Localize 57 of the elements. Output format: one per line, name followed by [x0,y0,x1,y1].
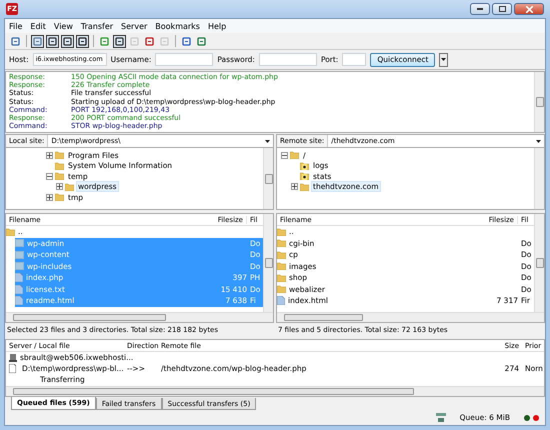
disconnect-button[interactable] [143,34,156,48]
expand-toggle[interactable] [281,152,288,159]
folder-icon [300,182,309,191]
unknown-file-icon [300,162,309,170]
queue-button[interactable] [76,34,89,48]
scrollbar[interactable] [6,386,544,396]
filter-button[interactable] [195,34,208,48]
plus-icon [57,184,62,190]
message-log-button[interactable] [31,34,44,48]
close-icon [526,6,532,12]
unknown-file-icon [300,172,309,180]
menu-item[interactable]: Server [121,22,148,30]
password-field[interactable] [258,53,317,66]
caret-icon [536,140,541,142]
maximize-button[interactable] [492,3,512,15]
expand-toggle[interactable] [56,183,63,190]
local-tree-button[interactable] [46,34,59,48]
plus-icon [47,194,52,200]
file-icon [9,364,16,373]
scrollbar[interactable] [263,214,273,312]
scrollbar[interactable] [534,214,544,312]
scrollbar[interactable] [534,72,544,132]
file-icon [277,296,285,306]
menu-item[interactable]: Edit [30,22,46,30]
expand-toggle[interactable] [46,152,53,159]
menu-item[interactable]: Bookmarks [155,22,200,30]
expand-toggle[interactable] [46,194,53,201]
dropdown-button[interactable] [439,52,448,66]
port-field[interactable] [342,53,366,66]
minus-icon [47,174,52,179]
scrollbar[interactable] [6,312,273,322]
expand-toggle[interactable] [46,172,53,180]
caret-icon [441,58,446,61]
remote-tree-button[interactable] [61,34,74,48]
compare-button[interactable] [180,34,193,48]
folder-icon [290,151,299,160]
menu-item[interactable]: View [54,22,73,30]
menu-item[interactable]: Transfer [80,22,114,30]
minus-icon [282,152,287,158]
scrollbar[interactable] [277,312,544,322]
caret-icon [265,140,270,142]
expand-toggle[interactable] [291,183,298,190]
scrollbar[interactable] [534,148,544,209]
site-manager-button[interactable] [9,34,22,48]
minimize-button[interactable] [470,3,490,15]
username-field[interactable] [155,53,214,66]
process-queue-button[interactable] [113,34,126,48]
scrollbar[interactable] [263,148,273,209]
menu-item[interactable]: Help [208,22,226,30]
plus-icon [47,152,52,158]
close-button[interactable] [514,3,544,15]
menu-item[interactable]: File [9,22,22,30]
server-icon [9,354,17,362]
maximize-icon [498,6,506,12]
minimize-icon [477,8,483,10]
plus-icon [292,184,297,190]
network-icon [436,413,446,422]
